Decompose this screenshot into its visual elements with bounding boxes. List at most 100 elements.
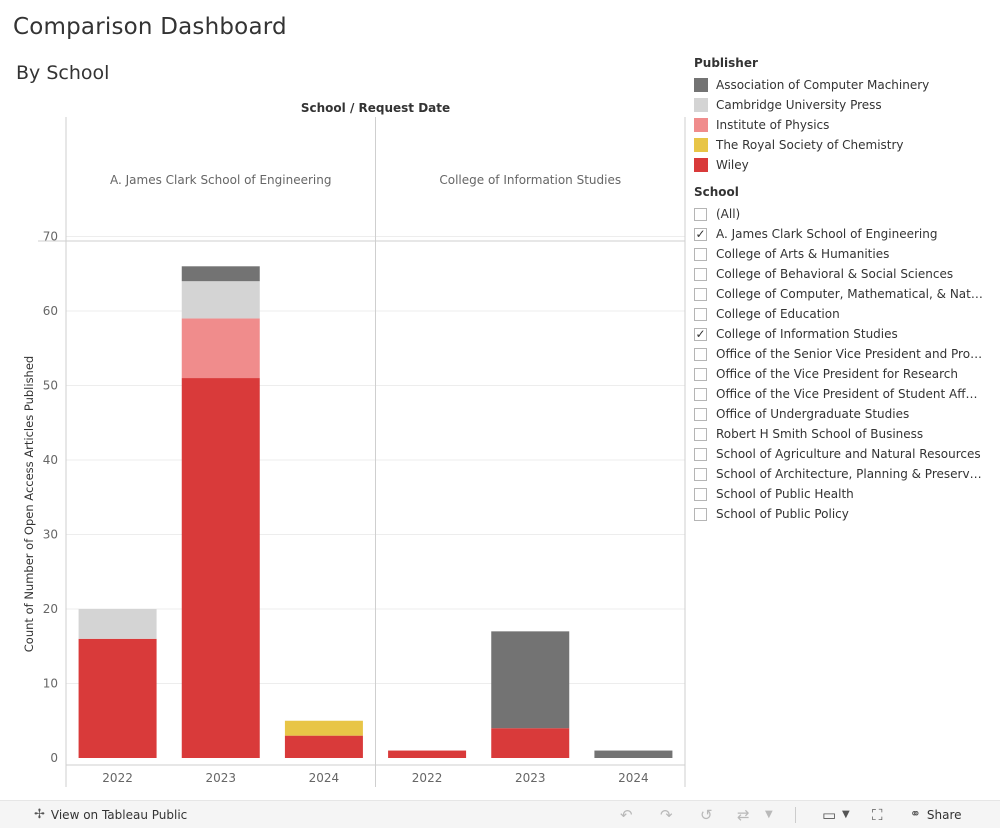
- legend-label: Wiley: [716, 158, 749, 172]
- bar-segment: [181, 378, 260, 758]
- filter-item[interactable]: School of Architecture, Planning & Prese…: [694, 464, 984, 484]
- legend-swatch: [694, 98, 708, 112]
- revert-icon[interactable]: ↺: [700, 806, 713, 824]
- checkbox[interactable]: [694, 247, 707, 261]
- bar-segment: [181, 318, 260, 379]
- bar-segment: [78, 638, 157, 758]
- filter-item-label: A. James Clark School of Engineering: [716, 227, 938, 241]
- legend-label: Cambridge University Press: [716, 98, 882, 112]
- filter-item-label: Robert H Smith School of Business: [716, 427, 924, 441]
- filter-item-label: College of Information Studies: [716, 327, 898, 341]
- legend-swatch: [694, 138, 708, 152]
- redo-icon[interactable]: ↷: [660, 806, 673, 824]
- legend-item[interactable]: Cambridge University Press: [694, 95, 929, 115]
- checkbox-checked[interactable]: [694, 327, 707, 341]
- filter-item[interactable]: Office of Undergraduate Studies: [694, 404, 984, 424]
- legend-title: Publisher: [694, 56, 758, 70]
- x-tick-label: 2022: [412, 771, 443, 785]
- refresh-dropdown-icon[interactable]: ▼: [765, 809, 773, 820]
- refresh-icon[interactable]: ⇄: [737, 806, 750, 824]
- legend-label: The Royal Society of Chemistry: [716, 138, 904, 152]
- legend-item[interactable]: Association of Computer Machinery: [694, 75, 929, 95]
- filter-item[interactable]: (All): [694, 204, 984, 224]
- filter-item-label: School of Public Health: [716, 487, 854, 501]
- bar-segment: [594, 750, 673, 758]
- checkbox[interactable]: [694, 267, 707, 281]
- y-tick-label: 60: [43, 304, 58, 318]
- view-on-tableau-public-link[interactable]: ✢ View on Tableau Public: [34, 807, 187, 822]
- legend-item[interactable]: The Royal Society of Chemistry: [694, 135, 929, 155]
- filter-item[interactable]: College of Information Studies: [694, 324, 984, 344]
- checkbox[interactable]: [694, 427, 707, 441]
- bar-segment: [491, 728, 570, 758]
- bar-segment: [284, 720, 363, 736]
- toolbar-divider: [795, 807, 796, 823]
- fullscreen-icon[interactable]: ⛶: [872, 806, 883, 824]
- y-tick-label: 50: [43, 379, 58, 393]
- filter-item[interactable]: College of Computer, Mathematical, & Nat…: [694, 284, 984, 304]
- y-axis-title: Count of Number of Open Access Articles …: [22, 356, 36, 652]
- filter-item[interactable]: College of Education: [694, 304, 984, 324]
- bar-segment: [388, 750, 467, 758]
- checkbox[interactable]: [694, 467, 707, 481]
- undo-icon[interactable]: ↶: [620, 806, 633, 824]
- column-header-label: School / Request Date: [301, 101, 450, 115]
- share-icon: ⚭: [910, 807, 921, 822]
- download-icon[interactable]: ▭: [822, 806, 836, 824]
- filter-item-label: College of Behavioral & Social Sciences: [716, 267, 954, 281]
- filter-item-label: School of Agriculture and Natural Resour…: [716, 447, 981, 461]
- download-dropdown-icon[interactable]: ▼: [842, 809, 850, 820]
- checkbox[interactable]: [694, 307, 707, 321]
- legend-swatch: [694, 78, 708, 92]
- checkbox[interactable]: [694, 447, 707, 461]
- checkbox[interactable]: [694, 487, 707, 501]
- checkbox-checked[interactable]: [694, 227, 707, 241]
- filter-item[interactable]: Office of the Vice President of Student …: [694, 384, 984, 404]
- checkbox[interactable]: [694, 207, 707, 221]
- x-tick-label: 2024: [618, 771, 649, 785]
- checkbox[interactable]: [694, 367, 707, 381]
- legend-item[interactable]: Wiley: [694, 155, 929, 175]
- checkbox[interactable]: [694, 287, 707, 301]
- tableau-toolbar: ✢ View on Tableau Public ↶ ↷ ↺ ⇄ ▼ ▭ ▼ ⛶…: [0, 800, 1000, 828]
- bar-segment: [491, 631, 570, 729]
- filter-item-label: College of Education: [716, 307, 840, 321]
- filter-item[interactable]: College of Arts & Humanities: [694, 244, 984, 264]
- filter-item[interactable]: School of Agriculture and Natural Resour…: [694, 444, 984, 464]
- filter-item[interactable]: School of Public Policy: [694, 504, 984, 524]
- checkbox[interactable]: [694, 407, 707, 421]
- y-tick-label: 20: [43, 602, 58, 616]
- x-tick-label: 2022: [102, 771, 133, 785]
- y-tick-label: 10: [43, 677, 58, 691]
- legend-item[interactable]: Institute of Physics: [694, 115, 929, 135]
- filter-item[interactable]: Robert H Smith School of Business: [694, 424, 984, 444]
- checkbox[interactable]: [694, 507, 707, 521]
- checkbox[interactable]: [694, 387, 707, 401]
- filter-item[interactable]: School of Public Health: [694, 484, 984, 504]
- filter-item[interactable]: Office of the Vice President for Researc…: [694, 364, 984, 384]
- filter-title: School: [694, 185, 739, 199]
- bar-segment: [181, 281, 260, 319]
- bar-segment: [181, 266, 260, 282]
- y-tick-label: 0: [50, 751, 58, 765]
- filter-item-label: Office of the Senior Vice President and …: [716, 347, 984, 361]
- y-tick-label: 40: [43, 453, 58, 467]
- stacked-bar-chart[interactable]: School / Request Date A. James Clark Scho…: [0, 0, 690, 800]
- legend-label: Institute of Physics: [716, 118, 830, 132]
- tableau-logo-icon: ✢: [34, 807, 45, 822]
- bar-segment: [284, 735, 363, 758]
- legend-swatch: [694, 118, 708, 132]
- panel-header: College of Information Studies: [439, 173, 621, 187]
- y-tick-label: 30: [43, 528, 58, 542]
- checkbox[interactable]: [694, 347, 707, 361]
- y-tick-label: 70: [43, 230, 58, 244]
- legend-label: Association of Computer Machinery: [716, 78, 930, 92]
- filter-item[interactable]: College of Behavioral & Social Sciences: [694, 264, 984, 284]
- x-tick-label: 2023: [515, 771, 546, 785]
- filter-item[interactable]: Office of the Senior Vice President and …: [694, 344, 984, 364]
- share-label: Share: [926, 807, 962, 822]
- share-button[interactable]: ⚭ Share: [910, 807, 962, 822]
- filter-item-label: Office of the Vice President of Student …: [716, 387, 984, 401]
- filter-item-label: Office of Undergraduate Studies: [716, 407, 910, 421]
- filter-item[interactable]: A. James Clark School of Engineering: [694, 224, 984, 244]
